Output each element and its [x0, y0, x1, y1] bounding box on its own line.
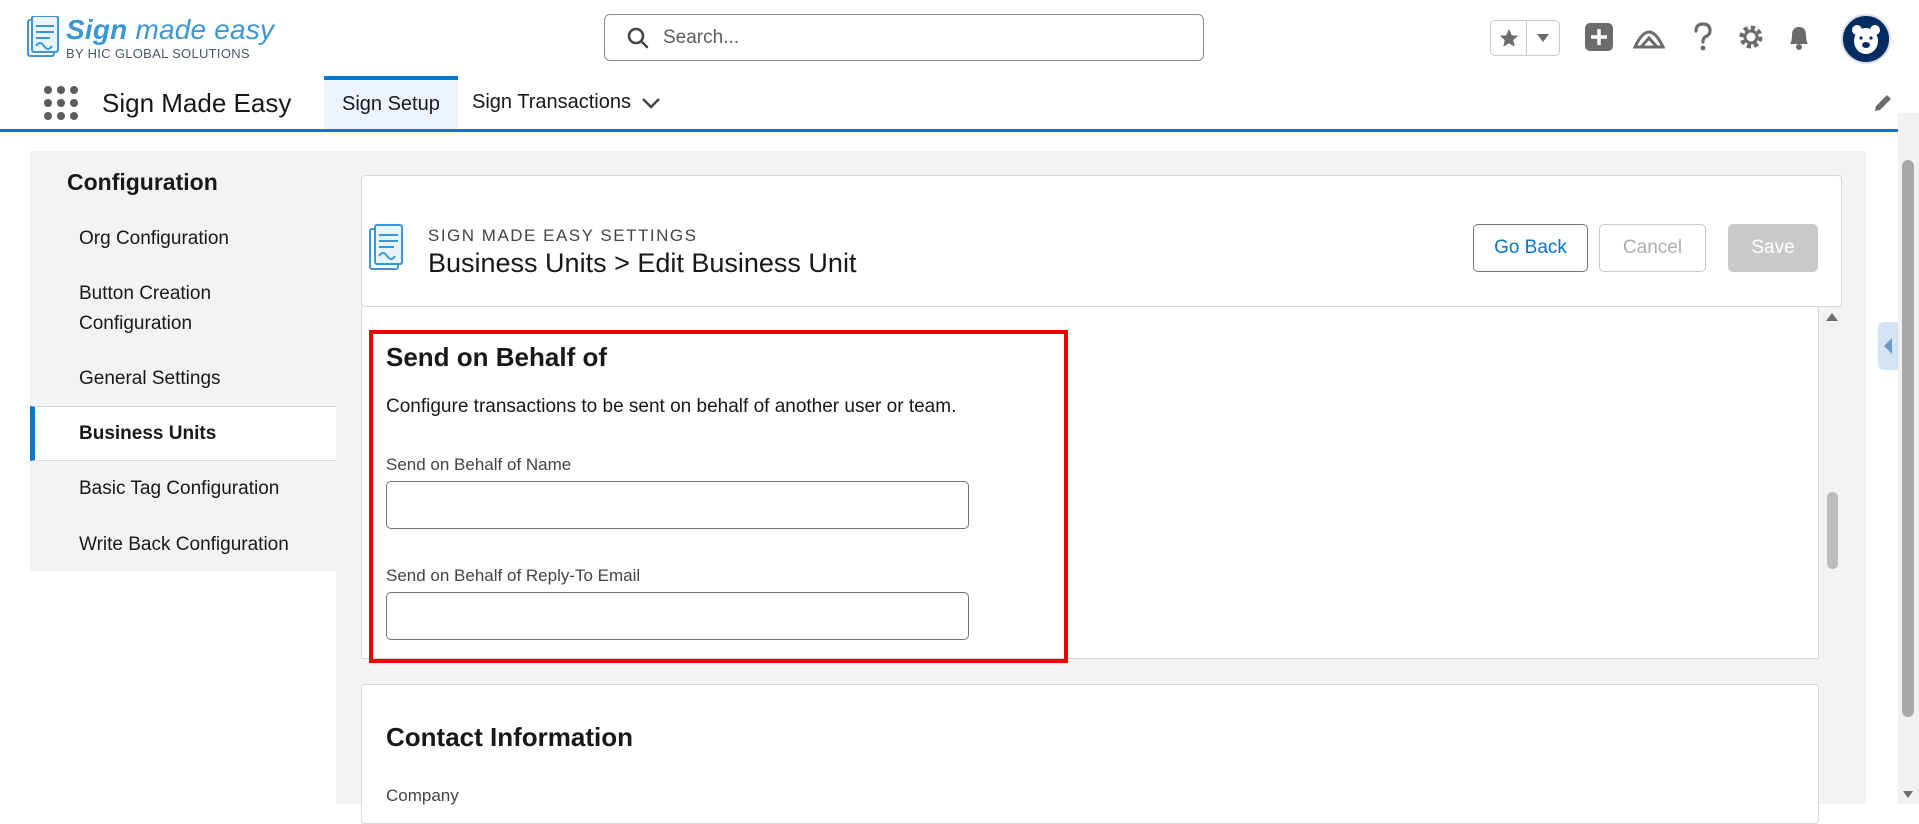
bear-avatar-icon: [1852, 25, 1880, 54]
contact-information-card: [361, 684, 1819, 824]
bell-icon: [1790, 27, 1808, 50]
trailhead-icon: [1633, 30, 1665, 49]
more-tabs-button[interactable]: [640, 90, 666, 116]
app-name: Sign Made Easy: [102, 88, 292, 118]
utility-side-tab[interactable]: [1878, 322, 1898, 370]
star-icon: [1499, 28, 1518, 47]
help-icon: [1694, 22, 1712, 51]
search-placeholder: Search...: [663, 26, 740, 48]
page-eyebrow: SIGN MADE EASY SETTINGS: [428, 226, 698, 245]
configuration-sidebar: [30, 151, 336, 571]
pencil-icon: [1875, 95, 1891, 111]
page-scrollbar-thumb[interactable]: [1902, 160, 1914, 717]
page-header-card: SIGN MADE EASY SETTINGS Business Units >…: [361, 175, 1842, 307]
sidebar-item-general-settings[interactable]: General Settings: [30, 364, 336, 394]
send-on-behalf-email-input[interactable]: [386, 592, 969, 640]
favorites-button[interactable]: [1491, 21, 1527, 55]
logo-title-light: made easy: [127, 14, 275, 45]
user-avatar[interactable]: [1841, 14, 1891, 64]
sidebar-title: Configuration: [67, 169, 218, 195]
sidebar-item-basic-tag-configuration[interactable]: Basic Tag Configuration: [30, 474, 336, 504]
form-scrollbar-thumb[interactable]: [1827, 492, 1838, 569]
save-button[interactable]: Save: [1728, 224, 1818, 272]
document-icon: [369, 224, 403, 270]
chevron-left-icon: [1884, 338, 1892, 354]
tab-sign-transactions[interactable]: Sign Transactions: [472, 76, 631, 129]
trailhead-button[interactable]: [1632, 20, 1666, 54]
edit-nav-button[interactable]: [1872, 92, 1896, 116]
send-on-behalf-email-label: Send on Behalf of Reply-To Email: [386, 566, 641, 585]
scroll-up-arrow-icon: [1826, 313, 1838, 321]
app-launcher-icon[interactable]: [44, 86, 78, 120]
tab-sign-setup[interactable]: Sign Setup: [324, 76, 458, 129]
sidebar-item-org-configuration[interactable]: Org Configuration: [30, 224, 336, 254]
send-on-behalf-title: Send on Behalf of: [386, 342, 607, 372]
global-search-input[interactable]: Search...: [604, 14, 1204, 61]
send-on-behalf-name-input[interactable]: [386, 481, 969, 529]
form-scrollbar[interactable]: [1824, 310, 1840, 660]
scroll-down-arrow-icon[interactable]: [1901, 788, 1915, 800]
sidebar-item-write-back-configuration[interactable]: Write Back Configuration: [30, 530, 336, 560]
send-on-behalf-name-label: Send on Behalf of Name: [386, 455, 572, 474]
notifications-button[interactable]: [1782, 20, 1816, 54]
chevron-down-icon: [642, 98, 660, 109]
logo-title-bold: Sign: [66, 14, 128, 45]
app-navigation-bar: Sign Made Easy Sign Setup Sign Transacti…: [0, 76, 1919, 132]
go-back-button[interactable]: Go Back: [1473, 224, 1588, 272]
sidebar-item-business-units[interactable]: Business Units: [30, 406, 336, 461]
global-actions-button[interactable]: [1582, 20, 1616, 54]
search-icon: [627, 27, 649, 48]
caret-down-icon: [1537, 34, 1549, 42]
cancel-button[interactable]: Cancel: [1599, 224, 1706, 272]
document-icon: [27, 16, 59, 57]
logo-subtitle: BY HIC GLOBAL SOLUTIONS: [66, 46, 250, 61]
sign-made-easy-logo[interactable]: Sign made easy BY HIC GLOBAL SOLUTIONS: [26, 16, 274, 60]
gear-icon: [1739, 25, 1763, 49]
contact-information-title: Contact Information: [386, 722, 633, 752]
setup-button[interactable]: [1734, 20, 1768, 54]
company-label: Company: [386, 786, 459, 805]
favorites-group: [1490, 20, 1560, 56]
page-title: Business Units > Edit Business Unit: [428, 248, 857, 278]
sidebar-item-button-creation-configuration[interactable]: Button Creation Configuration: [30, 279, 336, 339]
help-button[interactable]: [1686, 20, 1720, 54]
add-icon: [1585, 23, 1613, 51]
send-on-behalf-description: Configure transactions to be sent on beh…: [386, 396, 957, 417]
global-header: Sign made easy BY HIC GLOBAL SOLUTIONS S…: [0, 0, 1919, 76]
favorites-dropdown-button[interactable]: [1527, 21, 1559, 55]
